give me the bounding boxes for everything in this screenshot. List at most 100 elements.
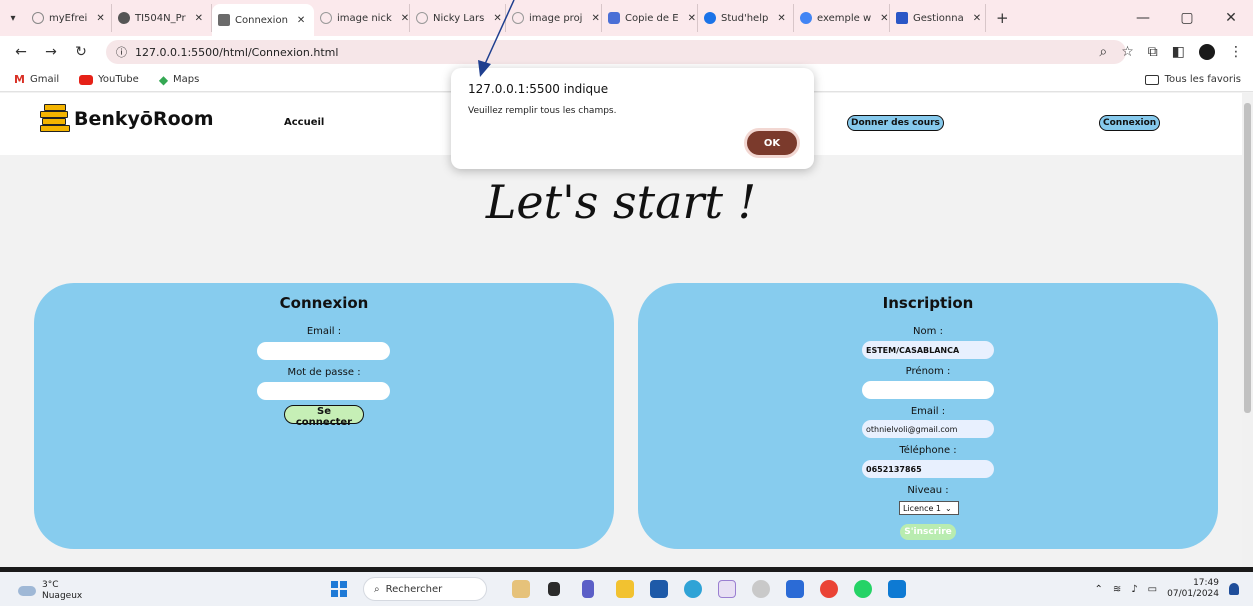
tab-nicky-larson[interactable]: Nicky Lars ✕ bbox=[410, 4, 506, 32]
widgets-app-icon[interactable] bbox=[512, 580, 530, 598]
signup-email-input[interactable] bbox=[862, 420, 994, 438]
tab-favicon bbox=[512, 12, 524, 24]
login-card: Connexion Email : Mot de passe : Se conn… bbox=[34, 283, 614, 549]
edge-icon[interactable] bbox=[684, 580, 702, 598]
clock-time: 17:49 bbox=[1193, 578, 1219, 588]
tab-exemple[interactable]: exemple w ✕ bbox=[794, 4, 890, 32]
tab-favicon bbox=[800, 12, 812, 24]
new-tab-icon[interactable]: + bbox=[986, 9, 1019, 27]
system-clock[interactable]: 17:49 07/01/2024 bbox=[1167, 578, 1219, 600]
site-logo[interactable]: BenkyōRoom bbox=[40, 103, 214, 135]
word-icon[interactable] bbox=[786, 580, 804, 598]
bookmark-youtube[interactable]: YouTube bbox=[79, 74, 139, 85]
signup-nom-input[interactable] bbox=[862, 341, 994, 359]
sidepanel-icon[interactable]: ◧ bbox=[1172, 44, 1185, 60]
tab-label: Gestionna bbox=[913, 12, 964, 24]
minimize-icon[interactable]: — bbox=[1121, 10, 1165, 26]
menu-icon[interactable]: ⋮ bbox=[1229, 44, 1243, 60]
reload-icon[interactable]: ↻ bbox=[66, 44, 96, 60]
whatsapp-icon[interactable] bbox=[854, 580, 872, 598]
file-explorer-icon[interactable] bbox=[616, 580, 634, 598]
bookmark-maps[interactable]: ◆ Maps bbox=[159, 73, 200, 87]
maximize-icon[interactable]: ▢ bbox=[1165, 10, 1209, 26]
gmail-icon: M bbox=[14, 73, 25, 86]
nav-link-connexion[interactable]: Connexion bbox=[1099, 115, 1161, 131]
weather-widget[interactable]: 3°C Nuageux bbox=[18, 580, 82, 602]
tab-favicon bbox=[608, 12, 620, 24]
tab-favicon bbox=[704, 12, 716, 24]
page-scrollbar[interactable] bbox=[1242, 93, 1253, 567]
task-view-icon[interactable] bbox=[548, 582, 560, 596]
zoom-icon[interactable]: ⌕ bbox=[1099, 44, 1107, 60]
close-icon[interactable]: ✕ bbox=[591, 13, 599, 24]
profile-avatar[interactable] bbox=[1199, 44, 1215, 60]
signup-telephone-input[interactable] bbox=[862, 460, 994, 478]
login-title: Connexion bbox=[279, 294, 369, 312]
url-input[interactable]: ⓘ 127.0.0.1:5500/html/Connexion.html bbox=[106, 40, 1126, 64]
chrome-icon[interactable] bbox=[820, 580, 838, 598]
close-icon[interactable]: ✕ bbox=[195, 13, 203, 24]
close-icon[interactable]: ✕ bbox=[297, 15, 305, 26]
login-email-input[interactable] bbox=[257, 342, 390, 360]
tab-favicon bbox=[218, 14, 230, 26]
signup-submit-button[interactable]: S'inscrire bbox=[900, 524, 956, 540]
tab-strip: ▾ myEfrei ✕ TI504N_Pr ✕ Connexion ✕ imag… bbox=[0, 0, 1253, 36]
tab-image-proj[interactable]: image proj ✕ bbox=[506, 4, 602, 32]
volume-icon[interactable]: ♪ bbox=[1131, 584, 1137, 595]
signup-email-label: Email : bbox=[910, 406, 946, 417]
tab-favicon bbox=[896, 12, 908, 24]
dialog-ok-button[interactable]: OK bbox=[744, 128, 800, 158]
battery-icon[interactable]: ▭ bbox=[1148, 584, 1157, 595]
tab-search-icon[interactable]: ▾ bbox=[0, 13, 26, 24]
bookmark-all-folder[interactable]: Tous les favoris bbox=[1144, 74, 1241, 85]
taskbar-search-input[interactable]: ⌕ Rechercher bbox=[363, 577, 487, 601]
bookmark-gmail[interactable]: M Gmail bbox=[14, 73, 59, 86]
address-bar: ← → ↻ ⓘ 127.0.0.1:5500/html/Connexion.ht… bbox=[0, 36, 1253, 68]
tab-copie[interactable]: Copie de E ✕ bbox=[602, 4, 698, 32]
close-icon[interactable]: ✕ bbox=[777, 13, 785, 24]
window-close-icon[interactable]: ✕ bbox=[1209, 10, 1253, 26]
close-icon[interactable]: ✕ bbox=[973, 13, 981, 24]
cloud-icon bbox=[18, 586, 36, 596]
signup-niveau-select[interactable]: Licence 1 ⌄ bbox=[899, 501, 959, 515]
tab-image-nick[interactable]: image nick ✕ bbox=[314, 4, 410, 32]
back-icon[interactable]: ← bbox=[6, 44, 36, 60]
signup-prenom-input[interactable] bbox=[862, 381, 994, 399]
nav-link-donner-des-cours[interactable]: Donner des cours bbox=[847, 115, 944, 131]
snipping-icon[interactable] bbox=[718, 580, 736, 598]
tab-gestionnaire[interactable]: Gestionna ✕ bbox=[890, 4, 986, 32]
tab-label: image nick bbox=[337, 12, 392, 24]
close-icon[interactable]: ✕ bbox=[96, 13, 104, 24]
close-icon[interactable]: ✕ bbox=[688, 13, 696, 24]
close-icon[interactable]: ✕ bbox=[880, 13, 888, 24]
extensions-icon[interactable]: ⧉ bbox=[1148, 44, 1158, 60]
bookmark-star-icon[interactable]: ☆ bbox=[1121, 44, 1134, 60]
wifi-icon[interactable]: ≋ bbox=[1113, 584, 1121, 595]
signup-nom-label: Nom : bbox=[913, 326, 943, 337]
tab-studhelp[interactable]: Stud'help ✕ bbox=[698, 4, 794, 32]
site-info-icon[interactable]: ⓘ bbox=[116, 44, 127, 60]
tab-label: Stud'help bbox=[721, 12, 769, 24]
tab-ti504n[interactable]: TI504N_Pr ✕ bbox=[112, 4, 212, 32]
signup-niveau-label: Niveau : bbox=[907, 485, 949, 496]
vscode-icon[interactable] bbox=[888, 580, 906, 598]
tab-favicon bbox=[32, 12, 44, 24]
settings-gear-icon[interactable] bbox=[752, 580, 770, 598]
close-icon[interactable]: ✕ bbox=[493, 13, 501, 24]
windows-start-icon[interactable] bbox=[331, 581, 347, 597]
nav-link-accueil[interactable]: Accueil bbox=[284, 117, 324, 128]
bookmark-label: Gmail bbox=[29, 74, 60, 85]
store-icon[interactable] bbox=[650, 580, 668, 598]
chevron-up-icon[interactable]: ⌃ bbox=[1095, 584, 1103, 595]
tab-connexion[interactable]: Connexion ✕ bbox=[212, 4, 314, 36]
forward-icon[interactable]: → bbox=[36, 44, 66, 60]
teams-icon[interactable] bbox=[582, 580, 594, 598]
scroll-thumb[interactable] bbox=[1244, 103, 1251, 413]
tab-myefrei[interactable]: myEfrei ✕ bbox=[26, 4, 112, 32]
select-value: Licence 1 bbox=[903, 503, 942, 513]
login-password-input[interactable] bbox=[257, 382, 390, 400]
login-submit-button[interactable]: Se connecter bbox=[284, 405, 364, 428]
notification-bell-icon[interactable] bbox=[1229, 583, 1239, 595]
youtube-icon bbox=[79, 74, 94, 85]
close-icon[interactable]: ✕ bbox=[401, 13, 409, 24]
